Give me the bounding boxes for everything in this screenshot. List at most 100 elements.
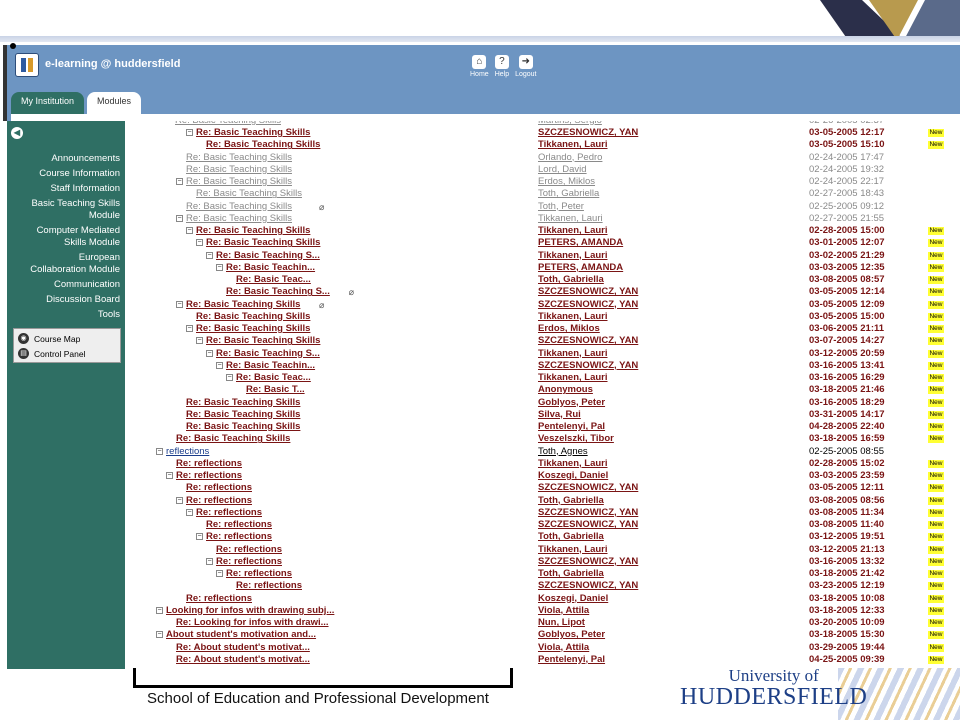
table-row[interactable]: − Re: Basic Teac... Tikkanen, Lauri 03-16-2…	[128, 372, 960, 384]
thread-author-link[interactable]: Toth, Gabriella	[538, 568, 604, 580]
course-map-button[interactable]: ◉ Course Map	[18, 331, 116, 346]
thread-author-link[interactable]: SZCZESNOWICZ, YAN	[538, 360, 638, 372]
sidebar-item-basic-teaching-skills-line2[interactable]: Module	[7, 210, 120, 224]
thread-subject-link[interactable]: Re: Basic Teaching Skills	[186, 152, 292, 164]
table-row[interactable]: Re: Basic Teaching Skills Toth, Gabriella…	[128, 188, 960, 200]
nav-home[interactable]: ⌂ Home	[470, 55, 489, 78]
table-row[interactable]: Re: Basic Teaching Skills ⌀ Toth, Peter 02-…	[128, 201, 960, 213]
help-icon[interactable]: ?	[494, 55, 509, 69]
thread-author-link[interactable]: Tikkanen, Lauri	[538, 139, 608, 151]
thread-author-link[interactable]: Orlando, Pedro	[538, 152, 602, 164]
collapse-toggle-icon[interactable]: −	[176, 300, 183, 308]
nav-help-label[interactable]: Help	[495, 71, 509, 78]
table-row[interactable]: Re: reflections SZCZESNOWICZ, YAN 03-05-20…	[128, 482, 960, 494]
collapse-toggle-icon[interactable]: −	[176, 178, 183, 185]
table-row[interactable]: − Looking for infos with drawing subj... V…	[128, 605, 960, 617]
thread-subject-link[interactable]: Re: Basic Teaching Skills	[206, 139, 320, 151]
thread-subject-link[interactable]: Re: Basic Teachin...	[226, 262, 315, 274]
table-row[interactable]: − Re: Basic Teaching S... Tikkanen, Lauri 0…	[128, 250, 960, 262]
thread-author-link[interactable]: SZCZESNOWICZ, YAN	[538, 580, 638, 592]
table-row[interactable]: Re: Looking for infos with drawi... Nun, …	[128, 617, 960, 629]
sidebar-item-communication[interactable]: Communication	[7, 277, 120, 292]
thread-subject-link[interactable]: Re: Basic Teac...	[236, 372, 311, 384]
collapse-toggle-icon[interactable]: −	[186, 508, 193, 516]
sidebar-item-european[interactable]: European	[7, 250, 120, 264]
thread-author-link[interactable]: PETERS, AMANDA	[538, 237, 623, 249]
table-row[interactable]: − Re: Basic Teachin... SZCZESNOWICZ, YAN 03…	[128, 360, 960, 372]
thread-subject-link[interactable]: Re: reflections	[236, 580, 302, 592]
thread-author-link[interactable]: Tikkanen, Lauri	[538, 372, 608, 384]
thread-author-link[interactable]: Tikkanen, Lauri	[538, 458, 608, 470]
thread-author-link[interactable]: Veszelszki, Tibor	[538, 433, 614, 445]
collapse-toggle-icon[interactable]: −	[206, 251, 213, 259]
nav-home-label[interactable]: Home	[470, 71, 489, 78]
table-row[interactable]: − Re: reflections Toth, Gabriella 03-12-200…	[128, 531, 960, 543]
collapse-toggle-icon[interactable]: −	[156, 606, 163, 614]
table-row[interactable]: Re: Basic Teaching Skills Tikkanen, Lauri…	[128, 311, 960, 323]
thread-subject-link[interactable]: Re: Basic T...	[246, 384, 305, 396]
thread-subject-link[interactable]: Re: Basic Teac...	[236, 274, 311, 286]
thread-subject-link[interactable]: Re: Basic Teaching Skills	[206, 237, 320, 249]
table-row[interactable]: Re: reflections SZCZESNOWICZ, YAN 03-08-20…	[128, 519, 960, 531]
table-row[interactable]: − Re: Basic Teaching Skills Tikkanen, Laur…	[128, 213, 960, 225]
table-row[interactable]: Re: Basic Teaching Skills Tikkanen, Lauri…	[128, 139, 960, 151]
thread-subject-link[interactable]: Re: Basic Teaching Skills	[186, 213, 292, 225]
sidebar-item-computer-mediated[interactable]: Computer Mediated	[7, 223, 120, 237]
thread-subject-link[interactable]: Re: reflections	[206, 531, 272, 543]
thread-author-link[interactable]: Tikkanen, Lauri	[538, 544, 608, 556]
nav-help[interactable]: ? Help	[495, 55, 509, 78]
table-row[interactable]: Re: Basic Teaching Skills Silva, Rui 03-31…	[128, 409, 960, 421]
thread-author-link[interactable]: Toth, Agnes	[538, 446, 588, 458]
table-row[interactable]: Re: Basic T... Anonymous 03-18-2005 21:46 N…	[128, 384, 960, 396]
thread-subject-link[interactable]: Re: Basic Teaching Skills	[206, 335, 320, 347]
table-row[interactable]: Re: About student's motivat... Viola, Att…	[128, 642, 960, 654]
thread-subject-link[interactable]: reflections	[166, 446, 209, 458]
thread-subject-link[interactable]: Re: Basic Teaching Skills	[196, 311, 310, 323]
thread-author-link[interactable]: Pentelenyi, Pal	[538, 654, 605, 666]
thread-subject-link[interactable]: Re: About student's motivat...	[176, 654, 310, 666]
table-row[interactable]: Re: Basic Teaching Skills Pentelenyi, Pal…	[128, 421, 960, 433]
table-row[interactable]: Re: reflections Tikkanen, Lauri 02-28-2005…	[128, 458, 960, 470]
thread-author-link[interactable]: SZCZESNOWICZ, YAN	[538, 519, 638, 531]
thread-author-link[interactable]: Pentelenyi, Pal	[538, 421, 605, 433]
table-row[interactable]: − Re: Basic Teaching Skills Erdos, Miklos 0…	[128, 323, 960, 335]
table-row[interactable]: − Re: Basic Teaching S... Tikkanen, Lauri 0…	[128, 348, 960, 360]
thread-author-link[interactable]: Erdos, Miklos	[538, 176, 595, 188]
collapse-toggle-icon[interactable]: −	[176, 214, 183, 222]
table-row[interactable]: − Re: reflections Toth, Gabriella 03-18-200…	[128, 568, 960, 580]
thread-author-link[interactable]: Koszegi, Daniel	[538, 593, 608, 605]
table-row[interactable]: Re: reflections SZCZESNOWICZ, YAN 03-23-20…	[128, 580, 960, 592]
thread-author-link[interactable]: Goblyos, Peter	[538, 629, 605, 641]
tab-my-institution[interactable]: My Institution	[11, 92, 85, 114]
thread-author-link[interactable]: SZCZESNOWICZ, YAN	[538, 286, 638, 298]
thread-subject-link[interactable]: Re: Basic Teaching Skills	[186, 409, 300, 421]
thread-author-link[interactable]: Tikkanen, Lauri	[538, 311, 608, 323]
thread-subject-link[interactable]: Re: Basic Teaching Skills	[186, 201, 292, 213]
thread-author-link[interactable]: SZCZESNOWICZ, YAN	[538, 556, 638, 568]
sidebar-item-tools[interactable]: Tools	[7, 307, 120, 322]
thread-author-link[interactable]: Toth, Gabriella	[538, 188, 599, 200]
collapse-toggle-icon[interactable]: −	[216, 361, 223, 369]
table-row[interactable]: − Re: Basic Teachin... PETERS, AMANDA 03-03…	[128, 262, 960, 274]
thread-subject-link[interactable]: Re: reflections	[186, 482, 252, 494]
table-row[interactable]: − Re: reflections SZCZESNOWICZ, YAN 03-16-2…	[128, 556, 960, 568]
table-row[interactable]: Re: Basic Teaching Skills Lord, David 02-2…	[128, 164, 960, 176]
thread-subject-link[interactable]: Re: Basic Teaching Skills	[196, 323, 310, 335]
collapse-toggle-icon[interactable]: −	[186, 325, 193, 332]
thread-author-link[interactable]: Lord, David	[538, 164, 587, 176]
thread-author-link[interactable]: Nun, Lipot	[538, 617, 585, 629]
control-panel-label[interactable]: Control Panel	[34, 349, 86, 359]
thread-subject-link[interactable]: Re: reflections	[206, 519, 272, 531]
thread-author-link[interactable]: Silva, Rui	[538, 409, 581, 421]
thread-author-link[interactable]: Tikkanen, Lauri	[538, 250, 608, 262]
table-row[interactable]: − reflections Toth, Agnes 02-25-2005 08:55	[128, 446, 960, 458]
thread-author-link[interactable]: Viola, Attila	[538, 642, 589, 654]
sidebar-item-course-information[interactable]: Course Information	[7, 166, 120, 181]
sidebar-item-european-line2[interactable]: Collaboration Module	[7, 264, 120, 278]
thread-author-link[interactable]: Goblyos, Peter	[538, 397, 605, 409]
thread-subject-link[interactable]: Re: reflections	[216, 544, 282, 556]
control-panel-icon[interactable]: ▤	[18, 348, 29, 359]
table-row[interactable]: Re: Basic Teac... Toth, Gabriella 03-08-20…	[128, 274, 960, 286]
thread-subject-link[interactable]: Re: reflections	[176, 470, 242, 482]
thread-subject-link[interactable]: Looking for infos with drawing subj...	[166, 605, 334, 617]
